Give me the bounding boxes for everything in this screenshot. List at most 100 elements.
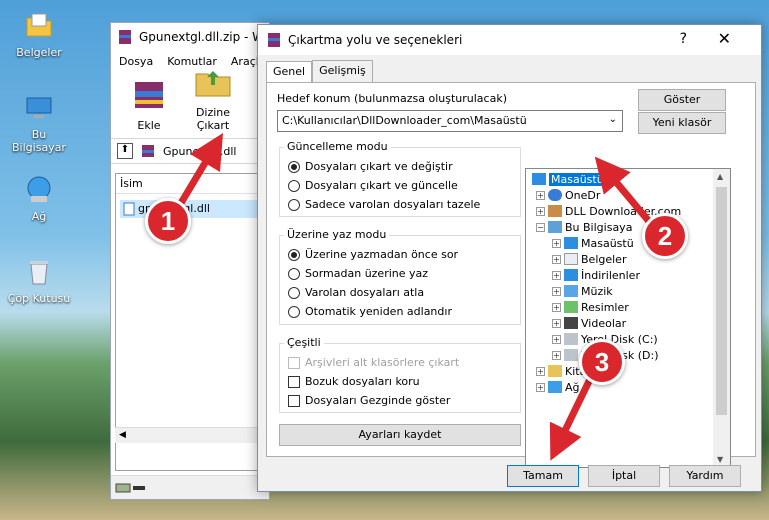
expand-icon[interactable]: +: [536, 206, 545, 216]
tree-node-documents[interactable]: + Belgeler: [552, 251, 626, 267]
overwrite-mode-title: Üzerine yaz modu: [284, 228, 390, 241]
user-icon: [548, 205, 562, 217]
menu-file[interactable]: Dosya: [119, 55, 153, 68]
help-icon[interactable]: ?: [680, 31, 687, 47]
extract-folder-icon: [195, 71, 231, 97]
update-mode-title: Güncelleme modu: [284, 140, 391, 153]
expand-icon[interactable]: +: [536, 366, 545, 376]
winrar-window: Gpunextgl.dll.zip - W Dosya Komutlar Ara…: [110, 22, 270, 500]
folder-tree[interactable]: Masaüstü + OneDr + DLL Downloader.com − Bu …: [525, 168, 731, 468]
up-folder-icon[interactable]: ⬆: [117, 143, 133, 159]
radio-skip-existing[interactable]: Varolan dosyaları atla: [288, 286, 424, 299]
horizontal-scrollbar[interactable]: ◀: [115, 427, 269, 443]
tree-node-label: Videolar: [581, 316, 627, 330]
radio-icon[interactable]: [288, 198, 300, 211]
tree-node-network[interactable]: + Ağ: [536, 379, 580, 395]
show-button[interactable]: Göster: [638, 89, 726, 111]
radio-extract-update[interactable]: Dosyaları çıkart ve güncelle: [288, 179, 458, 192]
tree-node-music[interactable]: + Müzik: [552, 283, 613, 299]
chevron-down-icon[interactable]: ⌄: [609, 114, 617, 125]
destination-combobox[interactable]: C:\Kullanıcılar\DllDownloader_com\Masaüs…: [277, 110, 623, 132]
save-settings-button[interactable]: Ayarları kaydet: [279, 424, 521, 446]
expand-icon[interactable]: +: [552, 238, 561, 248]
extract-to-button-label: Dizine Çıkart: [195, 106, 231, 132]
tree-node-desktop-sub[interactable]: + Masaüstü: [552, 235, 634, 251]
scrollbar-thumb[interactable]: [716, 187, 727, 415]
radio-auto-rename[interactable]: Otomatik yeniden adlandır: [288, 305, 452, 318]
computer-icon: [548, 221, 562, 233]
radio-overwrite-without[interactable]: Sormadan üzerine yaz: [288, 267, 428, 280]
desktop-icon-network[interactable]: Ağ: [6, 174, 72, 223]
close-icon[interactable]: ✕: [718, 29, 731, 48]
checkbox-extract-subfolders[interactable]: Arşivleri alt klasörlere çıkart: [288, 356, 459, 369]
cancel-button[interactable]: İptal: [588, 465, 660, 487]
expand-icon[interactable]: +: [552, 318, 561, 328]
column-header-name[interactable]: İsim: [116, 174, 268, 194]
winrar-icon: [119, 29, 131, 44]
expand-icon[interactable]: +: [552, 270, 561, 280]
tree-node-label: Belgeler: [581, 252, 627, 266]
tab-general[interactable]: Genel: [266, 61, 313, 83]
network-icon: [27, 176, 51, 202]
collapse-icon[interactable]: −: [536, 222, 545, 232]
tree-node-videos[interactable]: + Videolar: [552, 315, 626, 331]
desktop-icon-label: Çöp Kutusu: [7, 292, 71, 305]
winrar-title: Gpunextgl.dll.zip - W: [139, 29, 265, 44]
option-label: Otomatik yeniden adlandır: [305, 305, 452, 318]
radio-icon[interactable]: [288, 179, 300, 192]
option-label: Bozuk dosyaları koru: [305, 375, 420, 388]
add-button[interactable]: Ekle: [121, 78, 177, 132]
expand-icon[interactable]: +: [536, 190, 545, 200]
music-icon: [564, 285, 578, 297]
expand-icon[interactable]: +: [552, 334, 561, 344]
new-folder-button[interactable]: Yeni klasör: [638, 112, 726, 134]
radio-ask-before[interactable]: Üzerine yazmadan önce sor: [288, 248, 458, 261]
checkbox-icon[interactable]: [288, 356, 300, 369]
radio-selected-icon[interactable]: [288, 248, 300, 261]
expand-icon[interactable]: +: [552, 350, 561, 360]
tree-vertical-scrollbar[interactable]: ▲ ▼: [713, 169, 730, 467]
expand-icon[interactable]: +: [536, 382, 545, 392]
checkbox-icon[interactable]: [288, 375, 300, 388]
checkbox-icon[interactable]: [288, 394, 300, 407]
winrar-titlebar[interactable]: Gpunextgl.dll.zip - W: [111, 23, 269, 50]
recycle-bin-icon: [30, 261, 48, 285]
callout-badge-1: 1: [145, 198, 191, 244]
extract-to-button[interactable]: Dizine Çıkart: [185, 65, 241, 132]
checkbox-keep-broken[interactable]: Bozuk dosyaları koru: [288, 375, 420, 388]
desktop-icon-recycle-bin[interactable]: Çöp Kutusu: [6, 256, 72, 305]
scroll-down-icon[interactable]: ▼: [717, 455, 723, 464]
tree-node-label: Masaüstü: [549, 172, 606, 186]
expand-icon[interactable]: +: [552, 302, 561, 312]
cloud-icon: [548, 189, 562, 201]
checkbox-show-in-explorer[interactable]: Dosyaları Gezginde göster: [288, 394, 450, 407]
winrar-toolbar: Ekle Dizine Çıkart: [111, 71, 269, 138]
table-row[interactable]: gpunextgl.dll: [120, 200, 264, 218]
tree-node-label: Müzik: [581, 284, 613, 298]
radio-selected-icon[interactable]: [288, 160, 300, 173]
radio-refresh-existing[interactable]: Sadece varolan dosyaları tazele: [288, 198, 480, 211]
dialog-title: Çıkartma yolu ve seçenekleri: [288, 33, 463, 47]
misc-title: Çeşitli: [284, 336, 324, 349]
radio-extract-replace[interactable]: Dosyaları çıkart ve değiştir: [288, 160, 453, 173]
option-label: Üzerine yazmadan önce sor: [305, 248, 459, 261]
tree-node-this-pc[interactable]: − Bu Bilgisaya: [536, 219, 632, 235]
tree-node-pictures[interactable]: + Resimler: [552, 299, 629, 315]
desktop-icon-this-pc[interactable]: Bu Bilgisayar: [6, 92, 72, 154]
radio-icon[interactable]: [288, 267, 300, 280]
tree-node-desktop[interactable]: Masaüstü: [532, 171, 606, 187]
tree-node-onedrive[interactable]: + OneDr: [536, 187, 600, 203]
scroll-left-icon[interactable]: ◀: [119, 430, 126, 440]
tree-node-label: Resimler: [581, 300, 629, 314]
expand-icon[interactable]: +: [552, 286, 561, 296]
desktop-icon-documents[interactable]: Belgeler: [6, 10, 72, 59]
radio-icon[interactable]: [288, 305, 300, 318]
scroll-up-icon[interactable]: ▲: [717, 172, 723, 181]
expand-icon[interactable]: +: [552, 254, 561, 264]
radio-icon[interactable]: [288, 286, 300, 299]
ok-button[interactable]: Tamam: [507, 465, 579, 487]
tab-advanced[interactable]: Gelişmiş: [312, 60, 373, 82]
extract-dialog: Çıkartma yolu ve seçenekleri ? ✕ Genel G…: [257, 24, 762, 492]
tree-node-downloads[interactable]: + İndirilenler: [552, 267, 640, 283]
help-button[interactable]: Yardım: [669, 465, 741, 487]
